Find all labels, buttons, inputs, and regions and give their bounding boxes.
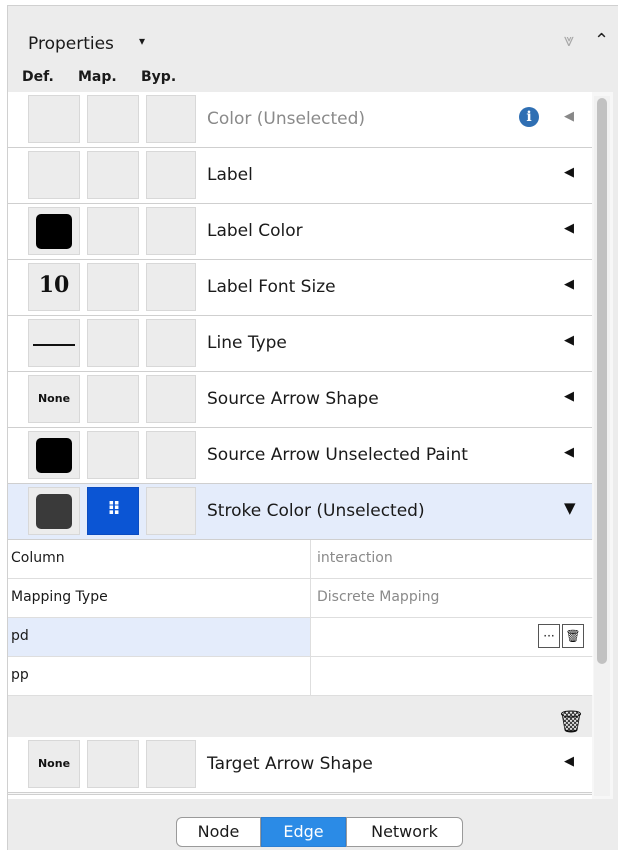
mapping-type-value[interactable]: Discrete Mapping xyxy=(310,579,593,617)
default-value-cell[interactable] xyxy=(28,95,80,143)
expand-arrow-icon[interactable]: ◀ xyxy=(564,754,574,769)
scrollbar-thumb[interactable] xyxy=(597,98,607,664)
column-header-def: Def. xyxy=(22,69,54,85)
mapping-entry-key: pd xyxy=(11,628,29,644)
mapping-type-row[interactable]: Mapping Type Discrete Mapping xyxy=(8,579,593,618)
property-row-label-font-size[interactable]: 10 Label Font Size ◀ xyxy=(8,260,592,316)
mapping-editor: Column interaction Mapping Type Discrete… xyxy=(8,540,593,747)
property-label: Label Color xyxy=(207,221,303,241)
discrete-mapping-icon: ⠿ xyxy=(106,499,121,520)
trash-icon[interactable]: 🗑 xyxy=(562,624,584,648)
info-icon[interactable]: i xyxy=(519,107,539,127)
mapping-type-label: Mapping Type xyxy=(11,589,108,605)
mapping-column-value[interactable]: interaction xyxy=(310,540,593,578)
property-label: Line Type xyxy=(207,333,287,353)
default-value-cell[interactable] xyxy=(28,319,80,367)
property-row-source-arrow-unselected-paint[interactable]: Source Arrow Unselected Paint ◀ xyxy=(8,428,592,484)
expand-arrow-icon[interactable]: ◀ xyxy=(564,277,574,292)
expand-arrow-icon[interactable]: ◀ xyxy=(564,221,574,236)
mapping-cell[interactable] xyxy=(87,95,139,143)
bypass-cell[interactable] xyxy=(146,151,196,199)
property-list: Color (Unselected) i ◀ Label ◀ Label Col… xyxy=(8,92,613,799)
mapping-cell[interactable] xyxy=(87,431,139,479)
bypass-cell[interactable] xyxy=(146,740,196,788)
expand-arrow-icon[interactable]: ◀ xyxy=(564,109,574,124)
bypass-cell[interactable] xyxy=(146,207,196,255)
vertical-scrollbar[interactable] xyxy=(594,96,610,796)
collapse-arrow-icon[interactable]: ▼ xyxy=(564,499,576,517)
partial-row xyxy=(8,794,592,799)
property-row-stroke-color-unselected[interactable]: ⠿ Stroke Color (Unselected) ▼ xyxy=(8,484,592,540)
property-row-line-type[interactable]: Line Type ◀ xyxy=(8,316,592,372)
property-label: Source Arrow Shape xyxy=(207,389,379,409)
default-value-cell[interactable] xyxy=(28,151,80,199)
expand-arrow-icon[interactable]: ◀ xyxy=(564,165,574,180)
mapping-cell[interactable] xyxy=(87,151,139,199)
default-value-cell[interactable] xyxy=(28,431,80,479)
mapping-cell[interactable] xyxy=(87,207,139,255)
bypass-cell[interactable] xyxy=(146,95,196,143)
collapse-all-icon[interactable]: ⩔ xyxy=(564,30,574,51)
more-options-button[interactable]: ··· xyxy=(538,624,560,648)
mapping-column-row[interactable]: Column interaction xyxy=(8,540,593,579)
tab-node[interactable]: Node xyxy=(176,817,261,847)
panel-header: Properties ▾ ⩔ ⌃ xyxy=(8,6,618,68)
default-value-cell[interactable]: None xyxy=(28,740,80,788)
property-row-target-arrow-shape[interactable]: None Target Arrow Shape ◀ xyxy=(8,737,592,793)
column-header-byp: Byp. xyxy=(141,69,177,85)
panel-title[interactable]: Properties xyxy=(28,34,114,54)
default-value-cell[interactable] xyxy=(28,207,80,255)
mapping-cell[interactable]: ⠿ xyxy=(87,487,139,535)
property-label: Source Arrow Unselected Paint xyxy=(207,445,468,465)
property-row-label-color[interactable]: Label Color ◀ xyxy=(8,204,592,260)
bypass-cell[interactable] xyxy=(146,375,196,423)
column-header-map: Map. xyxy=(78,69,117,85)
arrow-shape-value: None xyxy=(37,392,71,405)
bypass-cell[interactable] xyxy=(146,431,196,479)
arrow-shape-value: None xyxy=(37,757,71,770)
property-label: Target Arrow Shape xyxy=(207,754,373,774)
mapping-cell[interactable] xyxy=(87,375,139,423)
property-row-color-unselected[interactable]: Color (Unselected) i ◀ xyxy=(8,92,592,148)
delete-mapping-icon[interactable]: 🗑 xyxy=(557,710,585,735)
dark-gray-color-swatch xyxy=(36,494,72,529)
bypass-cell[interactable] xyxy=(146,263,196,311)
tab-network[interactable]: Network xyxy=(346,817,463,847)
mapping-entry-row[interactable]: pp xyxy=(8,657,593,696)
mapping-cell[interactable] xyxy=(87,263,139,311)
solid-line-icon xyxy=(33,344,75,346)
property-row-source-arrow-shape[interactable]: None Source Arrow Shape ◀ xyxy=(8,372,592,428)
mapping-entry-row[interactable]: pd ··· 🗑 xyxy=(8,618,593,657)
black-color-swatch xyxy=(36,214,72,249)
tab-edge[interactable]: Edge xyxy=(261,817,346,847)
bypass-cell[interactable] xyxy=(146,319,196,367)
bypass-cell[interactable] xyxy=(146,487,196,535)
property-label: Stroke Color (Unselected) xyxy=(207,501,425,521)
property-label: Label Font Size xyxy=(207,277,336,297)
expand-arrow-icon[interactable]: ◀ xyxy=(564,445,574,460)
property-row-label[interactable]: Label ◀ xyxy=(8,148,592,204)
property-label: Label xyxy=(207,165,253,185)
default-value-cell[interactable]: 10 xyxy=(28,263,80,311)
title-dropdown-icon[interactable]: ▾ xyxy=(139,34,145,48)
mapping-entry-key: pp xyxy=(11,667,29,683)
expand-arrow-icon[interactable]: ◀ xyxy=(564,333,574,348)
properties-panel: Properties ▾ ⩔ ⌃ Def. Map. Byp. Color (U… xyxy=(7,5,618,850)
expand-panel-icon[interactable]: ⌃ xyxy=(594,30,609,51)
black-color-swatch xyxy=(36,438,72,473)
default-value-cell[interactable] xyxy=(28,487,80,535)
font-size-value: 10 xyxy=(38,272,70,298)
property-label: Color (Unselected) xyxy=(207,109,366,129)
mapping-entry-value[interactable]: ··· 🗑 xyxy=(310,618,593,656)
mapping-cell[interactable] xyxy=(87,319,139,367)
default-value-cell[interactable]: None xyxy=(28,375,80,423)
mapping-entry-value[interactable] xyxy=(310,657,593,695)
mapping-cell[interactable] xyxy=(87,740,139,788)
mapping-column-label: Column xyxy=(11,550,65,566)
expand-arrow-icon[interactable]: ◀ xyxy=(564,389,574,404)
